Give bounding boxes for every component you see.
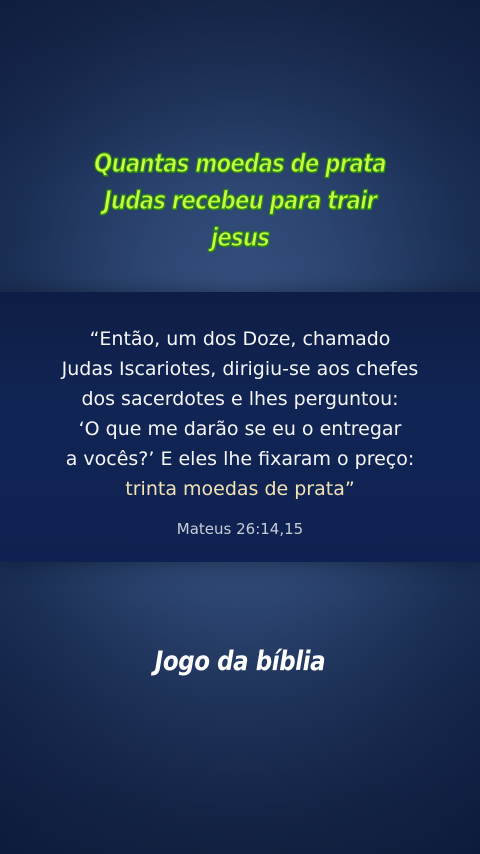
question-title-line-1: Quantas moedas de prata: [94, 148, 387, 179]
verse-line-1: “Então, um dos Doze, chamado: [89, 328, 391, 350]
question-title-line-3: jesus: [210, 222, 270, 253]
verse-line-4: ‘O que me darão se eu o entregar: [78, 418, 402, 440]
question-title-line-2: Judas recebeu para trair: [103, 185, 377, 216]
verse-highlight: trinta moedas de prata”: [125, 478, 355, 500]
verse-card: “Então, um dos Doze, chamado Judas Iscar…: [0, 292, 480, 562]
footer-title: Jogo da bíblia: [154, 646, 326, 677]
verse-line-5: a vocês?’ E eles lhe fixaram o preço:: [65, 448, 415, 470]
verse-text: “Então, um dos Doze, chamado Judas Iscar…: [20, 324, 460, 504]
verse-reference: Mateus 26:14,15: [176, 520, 304, 538]
verse-line-3: dos sacerdotes e lhes perguntou:: [81, 388, 399, 410]
question-title: Quantas moedas de prata Judas recebeu pa…: [76, 146, 404, 257]
verse-line-2: Judas Iscariotes, dirigiu-se aos chefes: [61, 358, 419, 380]
